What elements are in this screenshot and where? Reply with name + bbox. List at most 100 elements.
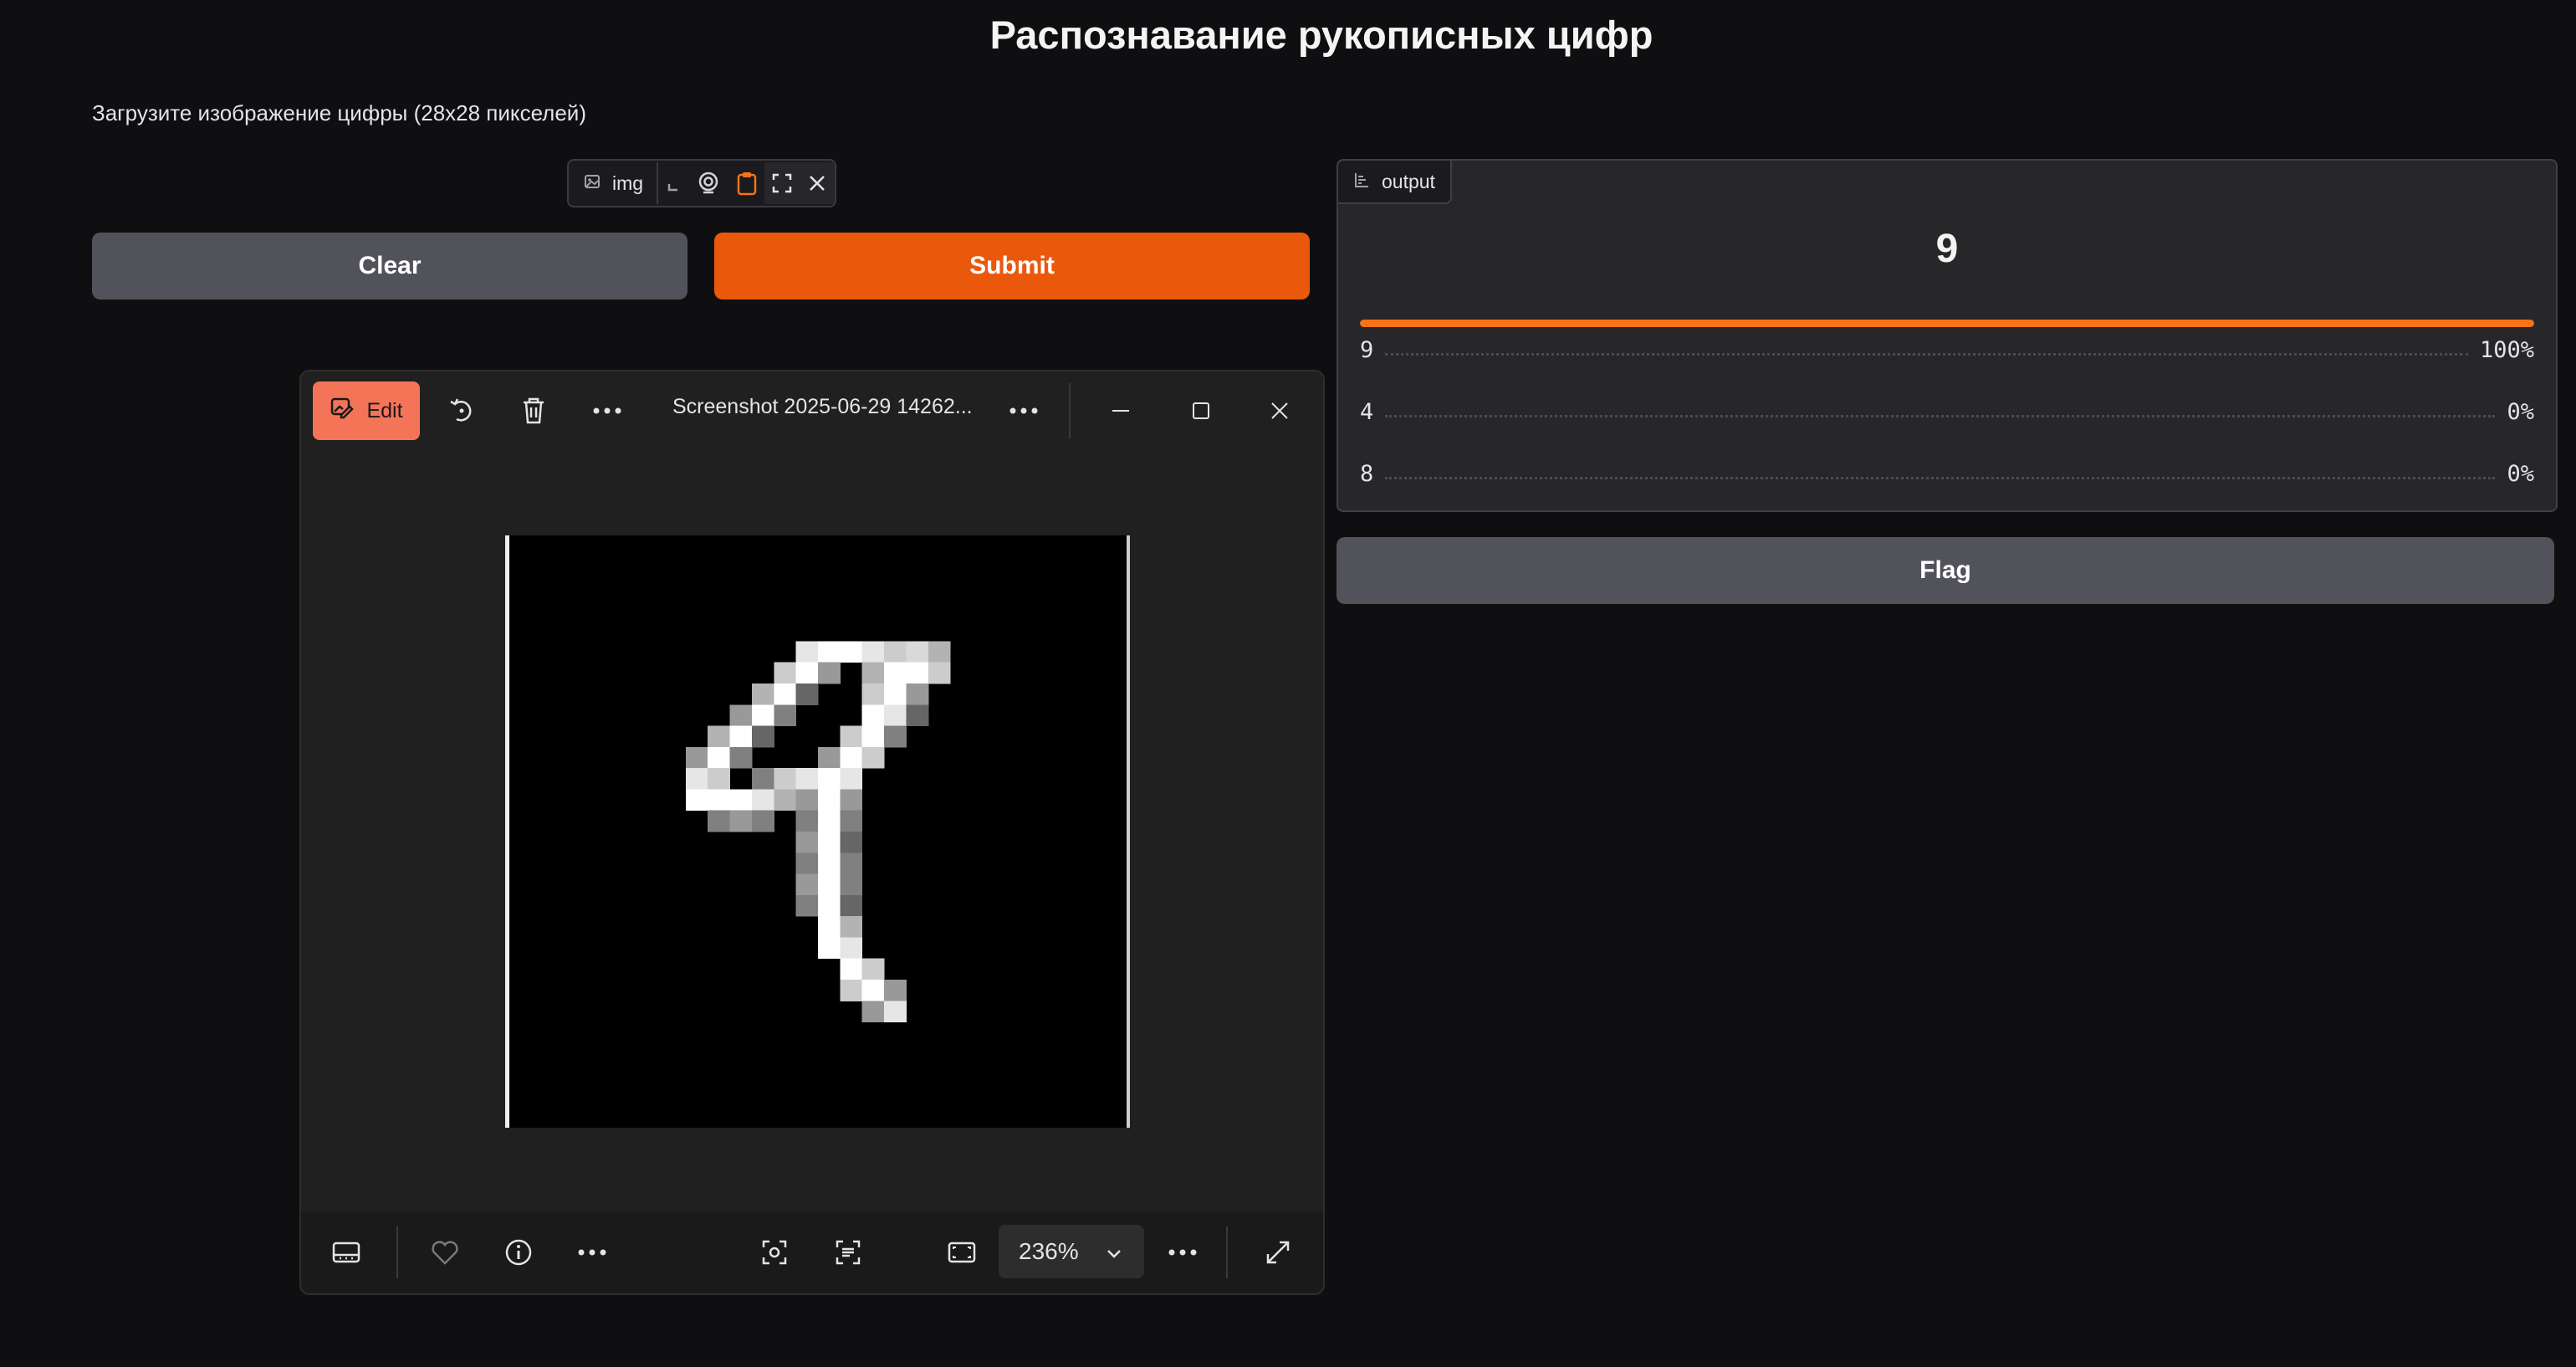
confidence-class: 4 <box>1360 398 1374 425</box>
output-label-text: output <box>1382 170 1435 192</box>
digit-pixel <box>708 746 731 769</box>
digit-pixel <box>795 641 819 663</box>
maximize-icon[interactable] <box>1176 386 1226 436</box>
digit-pixel <box>795 662 819 684</box>
digit-pixel <box>751 704 774 727</box>
digit-pixel <box>729 810 753 832</box>
digit-pixel <box>685 789 708 811</box>
dotted-leader <box>1385 476 2496 479</box>
confidence-bar-fill <box>1360 320 2534 327</box>
filmstrip-icon[interactable] <box>321 1227 371 1277</box>
digit-pixel <box>840 916 863 938</box>
digit-pixel <box>729 704 753 727</box>
digit-pixel <box>708 810 731 832</box>
digit-pixel <box>840 768 863 790</box>
more-options-icon[interactable] <box>582 386 632 436</box>
photo-viewer-window: Edit Screenshot 2025-06-29 14262... 236% <box>299 370 1325 1295</box>
zoom-dropdown[interactable]: 236% <box>999 1225 1144 1278</box>
fullscreen-icon[interactable] <box>764 162 800 204</box>
digit-pixel <box>861 662 885 684</box>
file-title: Screenshot 2025-06-29 14262... <box>672 395 973 418</box>
edit-image-icon <box>330 396 355 427</box>
webcam-icon[interactable] <box>688 162 728 204</box>
digit-pixel <box>840 894 863 917</box>
digit-pixel <box>840 725 863 748</box>
confidence-value: 0% <box>2507 460 2534 487</box>
titlebar-divider <box>1069 383 1071 438</box>
expand-icon[interactable] <box>1253 1227 1303 1277</box>
digit-pixel <box>774 662 797 684</box>
image-input-toolbar: img <box>567 159 836 207</box>
confidence-class: 8 <box>1360 460 1374 487</box>
digit-pixel <box>729 789 753 811</box>
digit-pixel <box>708 789 731 811</box>
digit-pixel <box>708 768 731 790</box>
digit-pixel <box>795 810 819 832</box>
upload-icon[interactable] <box>658 162 688 204</box>
chevron-down-icon <box>1106 1238 1122 1265</box>
digit-pixel <box>818 641 841 663</box>
text-scan-icon[interactable] <box>823 1227 873 1277</box>
digit-pixel <box>861 958 885 980</box>
delete-icon[interactable] <box>509 386 559 436</box>
favorite-icon[interactable] <box>420 1227 470 1277</box>
digit-pixel <box>861 684 885 705</box>
digit-pixel <box>840 832 863 853</box>
info-icon[interactable] <box>493 1227 544 1277</box>
page-title: Распознавание рукописных цифр <box>989 13 1653 57</box>
title-more-icon[interactable] <box>999 386 1049 436</box>
digit-pixel <box>729 725 753 748</box>
edit-button[interactable]: Edit <box>313 381 420 440</box>
digit-pixel <box>906 641 929 663</box>
digit-pixel <box>795 832 819 853</box>
close-icon[interactable] <box>800 162 836 204</box>
fit-to-window-icon[interactable] <box>937 1227 987 1277</box>
confidence-bar <box>1360 320 2534 327</box>
window-close-icon[interactable] <box>1255 386 1305 436</box>
digit-pixel <box>818 810 841 832</box>
digit-pixel <box>751 684 774 705</box>
confidence-value: 0% <box>2507 398 2534 425</box>
digit-pixel <box>861 641 885 663</box>
digit-pixel <box>928 662 951 684</box>
clear-button[interactable]: Clear <box>92 233 687 300</box>
digit-pixel <box>840 810 863 832</box>
digit-pixel <box>840 746 863 769</box>
visual-search-icon[interactable] <box>749 1227 800 1277</box>
viewer-titlebar: Edit Screenshot 2025-06-29 14262... <box>301 371 1323 450</box>
confidence-value: 100% <box>2479 336 2534 363</box>
image-icon <box>584 172 601 195</box>
confidence-row: 9 100% <box>1360 335 2534 365</box>
digit-pixel <box>795 768 819 790</box>
confidence-class: 9 <box>1360 336 1374 363</box>
digit-pixel <box>774 704 797 727</box>
digit-pixel <box>861 746 885 769</box>
digit-pixel <box>884 980 907 1001</box>
digit-pixel <box>928 641 951 663</box>
minimize-icon[interactable] <box>1096 386 1146 436</box>
zoom-more-icon[interactable] <box>1158 1227 1208 1277</box>
digit-pixel <box>884 1001 907 1023</box>
digit-pixel <box>751 810 774 832</box>
rotate-icon[interactable] <box>437 386 487 436</box>
digit-pixel <box>906 684 929 705</box>
digit-pixel <box>818 894 841 917</box>
clipboard-icon[interactable] <box>728 162 765 204</box>
digit-pixel <box>774 789 797 811</box>
image-input-label: img <box>569 162 659 204</box>
digit-pixel <box>774 768 797 790</box>
digit-pixel <box>708 725 731 748</box>
flag-button[interactable]: Flag <box>1337 537 2554 604</box>
bottom-more-icon[interactable] <box>567 1227 617 1277</box>
digit-pixel <box>685 746 708 769</box>
chart-icon <box>1353 171 1370 193</box>
digit-pixel <box>818 832 841 853</box>
submit-button[interactable]: Submit <box>714 233 1310 300</box>
digit-pixel <box>818 937 841 960</box>
digit-pixel <box>840 873 863 896</box>
digit-pixel <box>818 746 841 769</box>
digit-pixel <box>884 725 907 748</box>
digit-pixel <box>795 684 819 705</box>
digit-pixel <box>818 852 841 875</box>
digit-pixel <box>795 873 819 896</box>
